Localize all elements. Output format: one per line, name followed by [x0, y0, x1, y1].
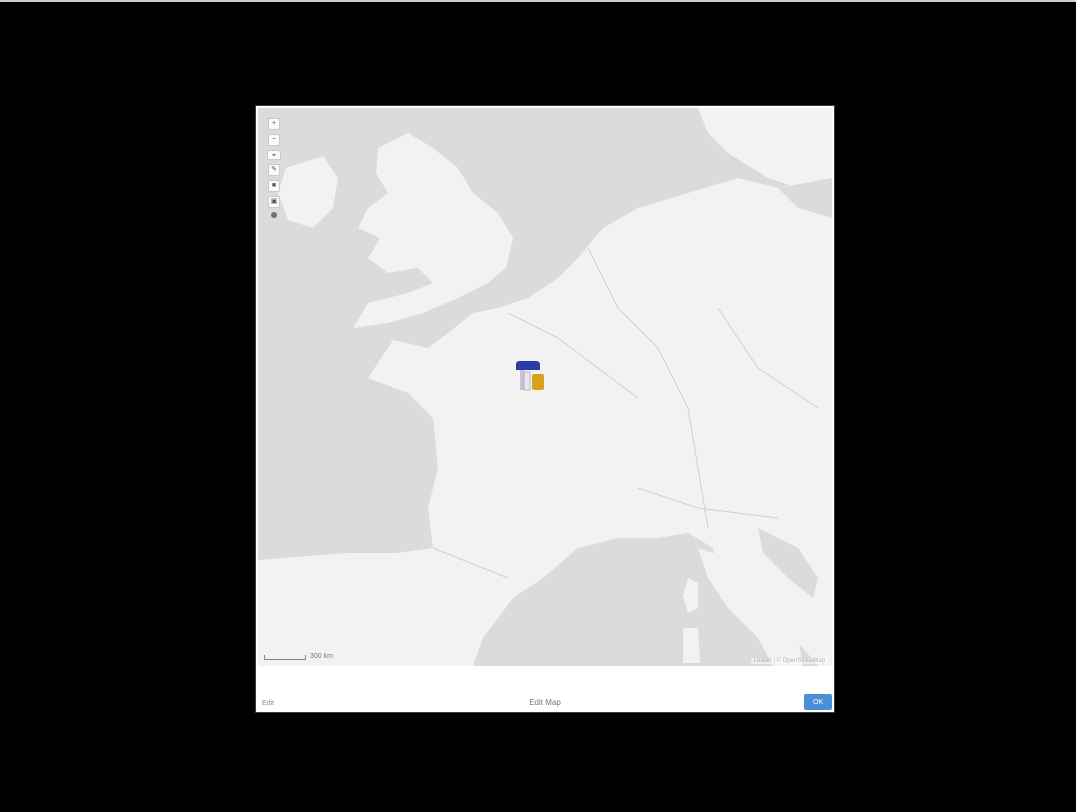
footer-title: Edit Map [529, 698, 561, 707]
draw-rect-button[interactable]: ■ [268, 180, 280, 192]
map-attribution[interactable]: Leaflet | © OpenStreetMap [750, 658, 828, 664]
map-pin-marker-icon[interactable] [514, 360, 548, 394]
scale-label: 300 km [310, 653, 333, 660]
top-border [0, 0, 1076, 2]
map-scale-bar: 300 km [264, 650, 333, 660]
scale-line [264, 655, 306, 660]
zoom-in-button[interactable]: + [268, 118, 280, 130]
locate-button[interactable]: ⌖ [267, 150, 281, 160]
draw-polygon-button[interactable]: ▣ [268, 196, 280, 208]
draw-marker-button[interactable] [271, 212, 277, 218]
ok-button[interactable]: OK [804, 694, 832, 710]
map-viewport[interactable]: + − ⌖ ✎ ■ ▣ 300 km Leaflet | © OpenStree… [258, 108, 832, 666]
map-editor-dialog: + − ⌖ ✎ ■ ▣ 300 km Leaflet | © OpenStree… [256, 106, 834, 712]
draw-line-button[interactable]: ✎ [268, 164, 280, 176]
dialog-footer: Edit Edit Map OK [256, 666, 834, 712]
map-toolbar: + − ⌖ ✎ ■ ▣ [267, 118, 281, 218]
zoom-out-button[interactable]: − [268, 134, 280, 146]
